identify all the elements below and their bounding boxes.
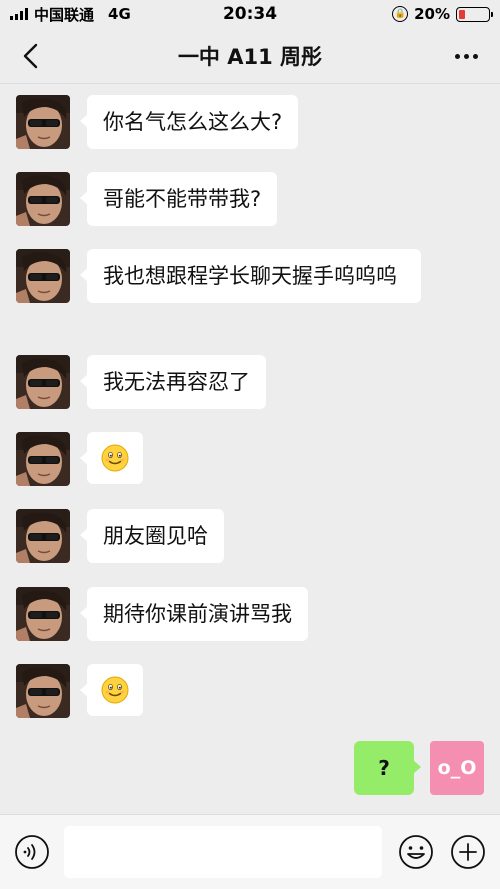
status-time: 20:34 xyxy=(222,4,278,24)
message-text: 哥能不能带带我? xyxy=(103,187,262,211)
chevron-left-icon xyxy=(23,43,38,69)
message-bubble[interactable]: 朋友圈见哈 xyxy=(80,509,224,563)
smiling-face-emoji-icon xyxy=(101,676,129,704)
chat-header: 一中 A11 周彤 xyxy=(0,28,500,84)
more-dot-icon xyxy=(454,53,460,59)
self-message-row: ? o_O xyxy=(354,741,484,795)
self-message-bubble[interactable]: ? xyxy=(354,741,421,795)
contact-avatar[interactable] xyxy=(16,509,70,563)
message-bubble[interactable] xyxy=(80,432,143,484)
message-row: 朋友圈见哈 xyxy=(16,509,224,563)
more-dot-icon xyxy=(463,53,469,59)
self-message-text: ? xyxy=(378,756,390,780)
contact-avatar[interactable] xyxy=(16,664,70,718)
network-type: 4G xyxy=(108,5,131,23)
message-row xyxy=(16,432,143,486)
message-text: 期待你课前演讲骂我 xyxy=(103,602,292,626)
contact-avatar[interactable] xyxy=(16,95,70,149)
back-button[interactable] xyxy=(14,40,46,72)
more-dot-icon xyxy=(472,53,478,59)
message-row xyxy=(16,664,143,718)
more-actions-button[interactable] xyxy=(450,834,486,870)
chat-title: 一中 A11 周彤 xyxy=(177,44,323,69)
message-bubble[interactable]: 我也想跟程学长聊天握手呜呜呜 xyxy=(80,249,421,303)
status-bar: 中国联通 4G 20:34 🔒 20% xyxy=(0,0,500,28)
input-bar xyxy=(0,814,500,889)
battery-fill xyxy=(459,9,465,19)
battery-icon xyxy=(456,6,493,22)
contact-avatar[interactable] xyxy=(16,587,70,641)
contact-avatar[interactable] xyxy=(16,355,70,409)
emoji-picker-button[interactable] xyxy=(398,834,434,870)
carrier-name: 中国联通 xyxy=(34,5,95,24)
message-bubble[interactable]: 我无法再容忍了 xyxy=(80,355,266,409)
message-row: 你名气怎么这么大? xyxy=(16,95,299,149)
contact-avatar[interactable] xyxy=(16,432,70,486)
status-left: 中国联通 4G xyxy=(10,4,131,25)
rotation-lock-icon: 🔒 xyxy=(392,6,409,22)
plus-icon xyxy=(451,835,485,869)
signal-icon xyxy=(10,8,28,20)
message-bubble[interactable] xyxy=(80,664,143,716)
message-bubble[interactable]: 期待你课前演讲骂我 xyxy=(80,587,308,641)
self-avatar[interactable]: o_O xyxy=(430,741,484,795)
message-row: 期待你课前演讲骂我 xyxy=(16,587,308,641)
more-options-button[interactable] xyxy=(450,42,482,70)
message-text: 朋友圈见哈 xyxy=(103,524,208,548)
self-avatar-text: o_O xyxy=(437,757,477,779)
message-text: 我无法再容忍了 xyxy=(103,370,250,394)
message-input[interactable] xyxy=(64,826,382,878)
contact-avatar[interactable] xyxy=(16,172,70,226)
voice-input-button[interactable] xyxy=(14,834,50,870)
message-row: 我也想跟程学长聊天握手呜呜呜 xyxy=(16,249,421,303)
message-row: 我无法再容忍了 xyxy=(16,355,266,409)
message-row: 哥能不能带带我? xyxy=(16,172,278,226)
voice-icon xyxy=(15,835,49,869)
status-right: 🔒 20% xyxy=(392,5,493,23)
smiley-icon xyxy=(399,835,433,869)
battery-percent: 20% xyxy=(414,5,450,23)
contact-avatar[interactable] xyxy=(16,249,70,303)
message-bubble[interactable]: 你名气怎么这么大? xyxy=(79,95,299,149)
message-text: 你名气怎么这么大? xyxy=(103,110,283,134)
message-bubble[interactable]: 哥能不能带带我? xyxy=(79,172,278,226)
message-text: 我也想跟程学长聊天握手呜呜呜 xyxy=(103,264,397,288)
smiling-face-emoji-icon xyxy=(101,444,129,472)
